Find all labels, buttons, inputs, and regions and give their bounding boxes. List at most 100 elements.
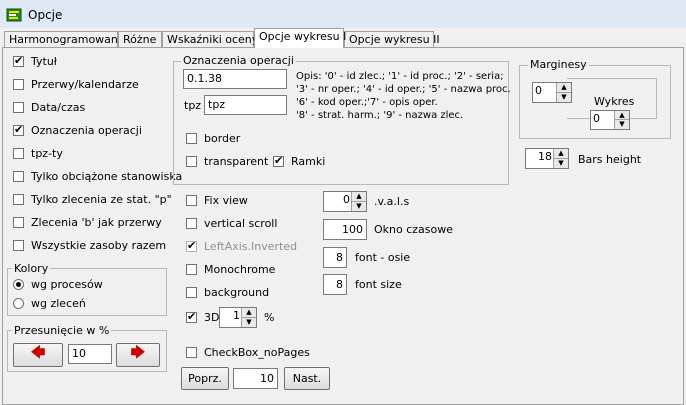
przesuniecie-title: Przesunięcie w % xyxy=(12,324,112,337)
checkbox-label: tpz-ty xyxy=(31,147,63,160)
spinner-value: 0 xyxy=(593,112,600,125)
checkbox-nopages[interactable] xyxy=(186,347,197,358)
oznaczenia-format-input[interactable]: 0.1.38 xyxy=(183,69,287,89)
spinner-value: 0 xyxy=(343,193,350,206)
checkbox-przerwy-kalendarze[interactable] xyxy=(13,79,24,90)
kolory-title: Kolory xyxy=(12,262,51,275)
spin-up-icon[interactable]: ▲ xyxy=(242,308,256,318)
spin-up-icon[interactable]: ▲ xyxy=(615,111,629,120)
tpz-label: tpz xyxy=(184,99,202,112)
radio-label: wg procesów xyxy=(31,278,103,291)
spinner-value: 0 xyxy=(535,84,542,97)
checkbox-oznaczenia-operacji[interactable] xyxy=(13,123,24,137)
tab-opcje-wykresu-ii[interactable]: Opcje wykresu II xyxy=(344,31,440,47)
checkbox-monochrome[interactable] xyxy=(186,264,197,275)
poprz-button[interactable]: Poprz. xyxy=(181,367,229,390)
checkbox-tpz-ty[interactable] xyxy=(13,148,24,159)
checkbox-label: Tytuł xyxy=(31,55,57,68)
tab-label: Harmonogramowanie xyxy=(9,33,128,46)
checkbox-label: background xyxy=(204,286,270,299)
tab-opcje-wykresu-i[interactable]: Opcje wykresu I xyxy=(254,28,347,48)
vals-spinner[interactable]: 0 ▲ ▼ xyxy=(323,191,367,212)
okno-czasowe-input[interactable]: 100 xyxy=(323,219,367,240)
tab-label: Wskaźniki oceny xyxy=(167,33,259,46)
checkbox-label: Ramki xyxy=(291,155,326,168)
wykres-margin-spinner[interactable]: 0 ▲ ▼ xyxy=(590,110,630,130)
font-osie-label: font - osie xyxy=(355,251,411,264)
bars-height-spinner[interactable]: 18 ▲ ▼ xyxy=(525,148,569,169)
checkbox-tytul[interactable] xyxy=(13,54,24,68)
checkbox-transparent[interactable] xyxy=(186,156,197,167)
checkbox-ramki[interactable] xyxy=(273,154,284,168)
opis-line: '3' - nr oper.; '4' - id oper.; '5' - na… xyxy=(296,84,511,95)
window-title: Opcje xyxy=(28,8,63,22)
checkbox-data-czas[interactable] xyxy=(13,102,24,113)
tab-rozne[interactable]: Różne xyxy=(118,31,162,47)
checkbox-label: Wszystkie zasoby razem xyxy=(31,239,167,252)
spinner-value: 18 xyxy=(538,150,552,163)
checkbox-label: transparent xyxy=(204,155,269,168)
checkbox-vertical-scroll[interactable] xyxy=(186,218,197,229)
checkbox-label: vertical scroll xyxy=(204,217,278,230)
arrow-left-icon: 🡄 xyxy=(30,345,46,361)
checkbox-label: Tylko obciążone stanowiska xyxy=(31,170,183,183)
radio-wg-procesow[interactable] xyxy=(13,279,24,290)
spin-down-icon[interactable]: ▼ xyxy=(242,318,256,328)
checkbox-label: Przerwy/kalendarze xyxy=(31,78,139,91)
margin-spinner[interactable]: 0 ▲ ▼ xyxy=(532,82,572,103)
tab-wskazniki-oceny[interactable]: Wskaźniki oceny xyxy=(162,31,258,47)
checkbox-label: LeftAxis.Inverted xyxy=(204,240,298,253)
checkbox-wszystkie-zasoby[interactable] xyxy=(13,240,24,251)
przesuniecie-input[interactable]: 10 xyxy=(68,344,112,364)
checkbox-label: Monochrome xyxy=(204,263,276,276)
shift-left-button[interactable]: 🡄 xyxy=(13,343,63,367)
checkbox-label: CheckBox_noPages xyxy=(204,346,310,359)
tab-label: Opcje wykresu I xyxy=(259,30,347,43)
font-size-input[interactable]: 8 xyxy=(323,274,347,295)
page-input[interactable]: 10 xyxy=(233,368,278,389)
spin-down-icon[interactable]: ▼ xyxy=(615,120,629,129)
checkbox-label: border xyxy=(204,132,241,145)
checkbox-tylko-obciazone[interactable] xyxy=(13,171,24,182)
okno-czasowe-label: Okno czasowe xyxy=(374,223,454,236)
checkbox-zlecenia-b[interactable] xyxy=(13,217,24,228)
checkbox-label: Data/czas xyxy=(31,101,86,114)
checkbox-background[interactable] xyxy=(186,287,197,298)
checkbox-label: Oznaczenia operacji xyxy=(31,124,142,137)
tpz-input[interactable]: tpz xyxy=(204,95,287,115)
app-icon xyxy=(6,8,22,22)
checkbox-leftaxis-inverted xyxy=(186,239,197,253)
radio-label: wg zleceń xyxy=(31,297,86,310)
radio-wg-zlecen[interactable] xyxy=(13,298,24,309)
spin-up-icon[interactable]: ▲ xyxy=(554,149,568,159)
checkbox-label: Tylko zlecenia ze stat. "p" xyxy=(31,193,172,206)
percent-unit: % xyxy=(264,311,275,324)
font-size-label: font size xyxy=(355,278,402,291)
tab-strip: Harmonogramowanie Różne Wskaźniki oceny … xyxy=(0,28,686,48)
opis-line: '8' - strat. harm.; '9' - nazwa zlec. xyxy=(296,110,464,121)
checkbox-3d[interactable] xyxy=(186,310,197,324)
nast-button[interactable]: Nast. xyxy=(284,367,330,390)
checkbox-label: Zlecenia 'b' jak przerwy xyxy=(31,216,162,229)
oznaczenia-title: Oznaczenia operacji xyxy=(181,54,296,67)
spinner-value: 1 xyxy=(233,309,240,322)
shift-right-button[interactable]: 🡆 xyxy=(116,343,160,367)
bars-height-label: Bars height xyxy=(578,153,642,166)
arrow-right-icon: 🡆 xyxy=(130,345,146,361)
wykres-label: Wykres xyxy=(594,95,635,108)
checkbox-tylko-zlecenia-p[interactable] xyxy=(13,194,24,205)
vals-label: .v.a.l.s xyxy=(374,195,410,208)
opis-line: Opis: '0' - id zlec.; '1' - id proc.; '2… xyxy=(296,71,504,82)
spin-down-icon[interactable]: ▼ xyxy=(554,159,568,169)
checkbox-label: 3D xyxy=(204,311,220,324)
title-bar xyxy=(0,0,686,28)
spin-up-icon[interactable]: ▲ xyxy=(352,192,366,202)
marginesy-title: Marginesy xyxy=(528,58,589,71)
tab-harmonogramowanie[interactable]: Harmonogramowanie xyxy=(4,31,128,47)
3d-percent-spinner[interactable]: 1 ▲ ▼ xyxy=(219,307,257,328)
checkbox-border[interactable] xyxy=(186,133,197,144)
spin-down-icon[interactable]: ▼ xyxy=(352,202,366,212)
checkbox-fix-view[interactable] xyxy=(186,195,197,206)
font-osie-input[interactable]: 8 xyxy=(323,247,347,268)
tab-label: Różne xyxy=(123,33,157,46)
